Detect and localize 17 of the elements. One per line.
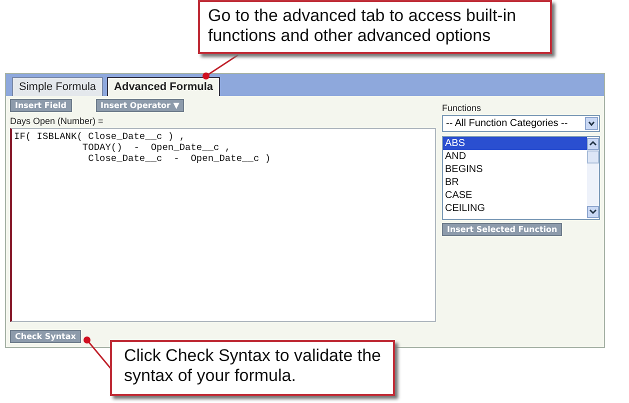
function-item[interactable]: BR: [443, 176, 587, 189]
functions-label: Functions: [442, 103, 482, 113]
function-item[interactable]: AND: [443, 150, 587, 163]
formula-tab[interactable]: Advanced Formula: [107, 77, 220, 96]
function-item[interactable]: BEGINS: [443, 163, 587, 176]
formula-label: Days Open (Number) =: [10, 116, 104, 126]
scrollbar-drawing[interactable]: [587, 137, 599, 219]
leader-line: [202, 54, 238, 80]
formula-tab[interactable]: Simple Formula: [12, 77, 104, 96]
formula-editor-field[interactable]: IF( ISBLANK( Close_Date__c ) , TODAY() - Open_Date__c , Close_Date__c - Open_Date__c ): [10, 128, 436, 322]
leader-line: [84, 336, 113, 370]
function-item[interactable]: CASE: [443, 189, 587, 202]
function-item[interactable]: ABS: [443, 137, 587, 150]
callout-note: Click Check Syntax to validate the syntax of your formula.: [110, 340, 395, 396]
category-dropdown[interactable]: -- All Function Categories --: [442, 115, 600, 132]
callout-note: Go to the advanced tab to access built-in functions and other advanced options: [198, 0, 552, 54]
function-item[interactable]: CEILING: [443, 202, 587, 215]
